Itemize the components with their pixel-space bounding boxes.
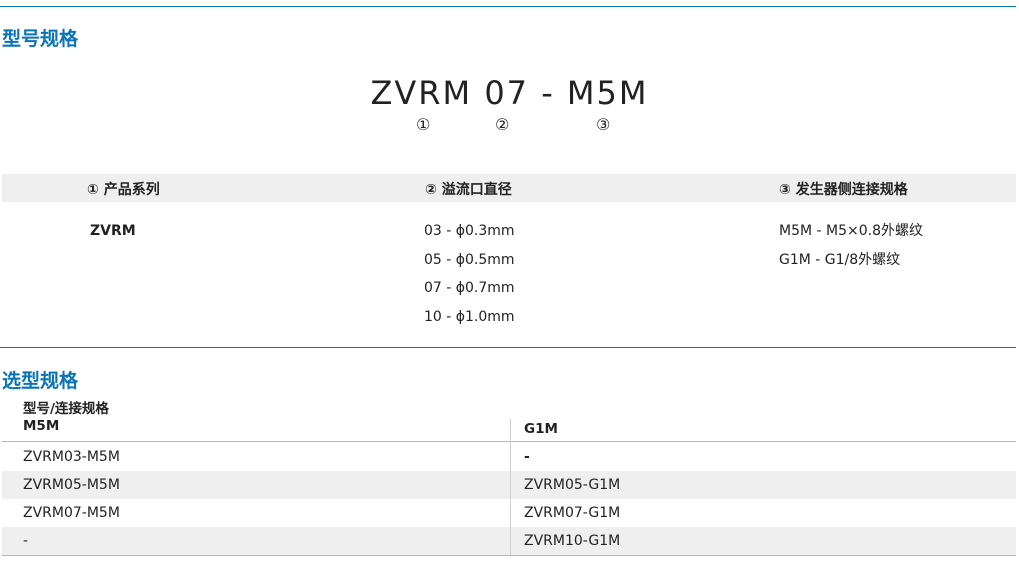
spec-diameter-item: 05 - ϕ0.5mm xyxy=(424,251,515,268)
table-cell-g1m: ZVRM07-G1M xyxy=(524,505,621,521)
selection-column-divider xyxy=(510,419,511,556)
table-row: ZVRM07-M5M ZVRM07-G1M xyxy=(2,499,1016,527)
table-cell-g1m: ZVRM10-G1M xyxy=(524,533,621,549)
spec-header-series: ① 产品系列 xyxy=(87,182,160,198)
selection-column-g1m: G1M xyxy=(524,421,558,437)
table-row: ZVRM03-M5M - xyxy=(2,443,1016,471)
top-rule xyxy=(0,6,1016,7)
spec-connection-column: M5M - M5×0.8外螺纹 G1M - G1/8外螺纹 xyxy=(779,217,923,274)
marker-1: ① xyxy=(416,115,431,134)
section-title-selection: 选型规格 xyxy=(2,370,79,392)
table-cell-m5m: - xyxy=(23,533,29,549)
table-cell-m5m: ZVRM05-M5M xyxy=(23,477,120,493)
selection-header-caption: 型号/连接规格 xyxy=(23,401,109,417)
spec-diameter-column: 03 - ϕ0.3mm 05 - ϕ0.5mm 07 - ϕ0.7mm 10 -… xyxy=(424,217,515,331)
selection-column-m5m: M5M xyxy=(23,418,60,434)
selection-bottom-rule xyxy=(2,555,1016,556)
section-title-model-spec: 型号规格 xyxy=(2,28,79,50)
selection-header-left: 型号/连接规格 M5M xyxy=(23,401,109,435)
table-cell-m5m: ZVRM03-M5M xyxy=(23,449,120,465)
spec-header-connection: ③ 发生器侧连接规格 xyxy=(779,182,908,198)
spec-connection-item: G1M - G1/8外螺纹 xyxy=(779,251,901,268)
table-row: ZVRM05-M5M ZVRM05-G1M xyxy=(2,471,1016,499)
spec-series-column: ZVRM xyxy=(90,217,136,246)
spec-connection-item: M5M - M5×0.8外螺纹 xyxy=(779,223,923,239)
spec-series-value: ZVRM xyxy=(90,223,136,239)
spec-diameter-item: 03 - ϕ0.3mm xyxy=(424,223,515,239)
spec-table-header: ① 产品系列 ② 溢流口直径 ③ 发生器侧连接规格 xyxy=(2,174,1016,202)
spec-diameter-item: 10 - ϕ1.0mm xyxy=(424,308,515,325)
middle-rule xyxy=(0,347,1016,348)
selection-header-divider xyxy=(2,441,1016,442)
table-cell-m5m: ZVRM07-M5M xyxy=(23,505,120,521)
marker-2: ② xyxy=(495,115,510,134)
table-cell-g1m: ZVRM05-G1M xyxy=(524,477,621,493)
spec-diameter-item: 07 - ϕ0.7mm xyxy=(424,280,515,296)
table-cell-g1m: - xyxy=(524,449,530,465)
model-code-example: ZVRM 07 - M5M xyxy=(370,74,649,112)
table-row: - ZVRM10-G1M xyxy=(2,527,1016,555)
spec-header-diameter: ② 溢流口直径 xyxy=(425,182,512,198)
marker-3: ③ xyxy=(596,115,611,134)
